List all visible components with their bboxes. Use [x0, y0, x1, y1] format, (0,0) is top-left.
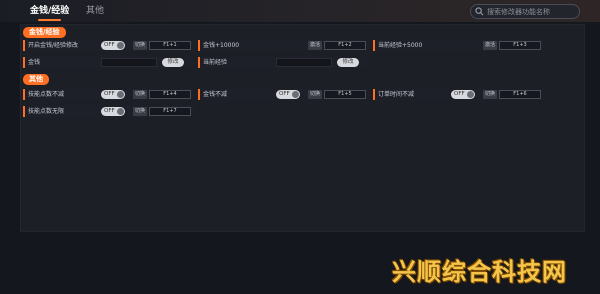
- row-skill-points-infinite: 技能点数无限 OFF 切换 F1+7: [23, 106, 195, 117]
- exp-value-input[interactable]: [276, 58, 332, 67]
- row-label: 订单时间不减: [378, 91, 415, 98]
- tab-money-exp[interactable]: 金钱/经验: [30, 5, 69, 21]
- hotkey-field[interactable]: F1+7: [149, 107, 191, 116]
- row-label: 金钱: [28, 59, 41, 66]
- row-label: 当前经验: [203, 59, 228, 66]
- hotkey-field[interactable]: F1+5: [324, 90, 366, 99]
- watermark-text: 兴顺综合科技网: [392, 258, 567, 286]
- section-title-other: 其他: [23, 74, 49, 85]
- hotkey-action-button[interactable]: 激活: [308, 41, 323, 50]
- search-icon: [475, 7, 484, 16]
- toggle-switch[interactable]: OFF: [101, 41, 125, 50]
- hotkey-field[interactable]: F1+4: [149, 90, 191, 99]
- money-value-input[interactable]: [101, 58, 157, 67]
- modify-button[interactable]: 修改: [337, 58, 359, 67]
- hotkey-action-button[interactable]: 激活: [483, 41, 498, 50]
- row-label: 技能点数不减: [28, 91, 65, 98]
- hotkey-field[interactable]: F1+1: [149, 41, 191, 50]
- main-panel: 金钱/经验 开启金钱/经验修改 OFF 切换 F1+1 金钱+10000 激活 …: [20, 24, 585, 232]
- row-order-time-no-decrease: 订单时间不减 OFF 切换 F1+6: [373, 89, 545, 100]
- hotkey-action-button[interactable]: 切换: [133, 90, 148, 99]
- top-bar: 金钱/经验 其他: [0, 0, 600, 22]
- row-skill-points-no-decrease: 技能点数不减 OFF 切换 F1+4: [23, 89, 195, 100]
- row-label: 当前经验+5000: [378, 42, 423, 49]
- row-label: 金钱+10000: [203, 42, 240, 49]
- hotkey-field[interactable]: F1+3: [499, 41, 541, 50]
- hotkey-action-button[interactable]: 切换: [483, 90, 498, 99]
- hotkey-action-button[interactable]: 切换: [308, 90, 323, 99]
- toggle-switch[interactable]: OFF: [101, 90, 125, 99]
- section-title-money-exp: 金钱/经验: [23, 27, 66, 38]
- hotkey-action-button[interactable]: 切换: [133, 41, 148, 50]
- hotkey-field[interactable]: F1+6: [499, 90, 541, 99]
- search-input[interactable]: [487, 7, 577, 16]
- tab-other[interactable]: 其他: [86, 5, 104, 19]
- row-money-value: 金钱 修改: [23, 57, 195, 68]
- row-exp-plus: 当前经验+5000 激活 F1+3: [373, 40, 545, 51]
- row-label: 开启金钱/经验修改: [28, 42, 79, 49]
- row-money-plus: 金钱+10000 激活 F1+2: [198, 40, 370, 51]
- modify-button[interactable]: 修改: [162, 58, 184, 67]
- row-label: 金钱不减: [203, 91, 228, 98]
- toggle-switch[interactable]: OFF: [276, 90, 300, 99]
- toggle-switch[interactable]: OFF: [101, 107, 125, 116]
- row-exp-value: 当前经验 修改: [198, 57, 370, 68]
- row-label: 技能点数无限: [28, 108, 65, 115]
- row-money-no-decrease: 金钱不减 OFF 切换 F1+5: [198, 89, 370, 100]
- search-box[interactable]: [470, 4, 580, 19]
- hotkey-action-button[interactable]: 切换: [133, 107, 148, 116]
- row-enable-money-exp: 开启金钱/经验修改 OFF 切换 F1+1: [23, 40, 195, 51]
- hotkey-field[interactable]: F1+2: [324, 41, 366, 50]
- toggle-switch[interactable]: OFF: [451, 90, 475, 99]
